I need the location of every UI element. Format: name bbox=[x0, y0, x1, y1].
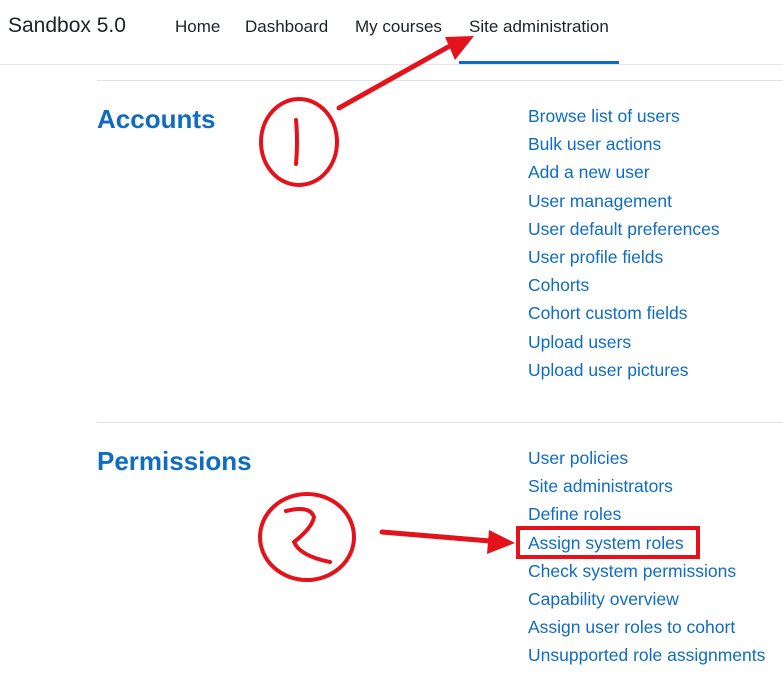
step-1-arrow-annotation bbox=[336, 44, 451, 111]
page: Sandbox 5.0 Home Dashboard My courses Si… bbox=[0, 0, 783, 673]
step-2-arrowhead-annotation bbox=[487, 530, 515, 554]
highlight-box-annotation bbox=[516, 526, 700, 559]
step-2-circle-annotation bbox=[258, 492, 356, 582]
step-2-arrow-annotation bbox=[379, 529, 493, 544]
step-2-number-annotation bbox=[284, 507, 332, 564]
annotation-overlay bbox=[258, 36, 700, 582]
step-1-number-annotation bbox=[294, 118, 299, 166]
